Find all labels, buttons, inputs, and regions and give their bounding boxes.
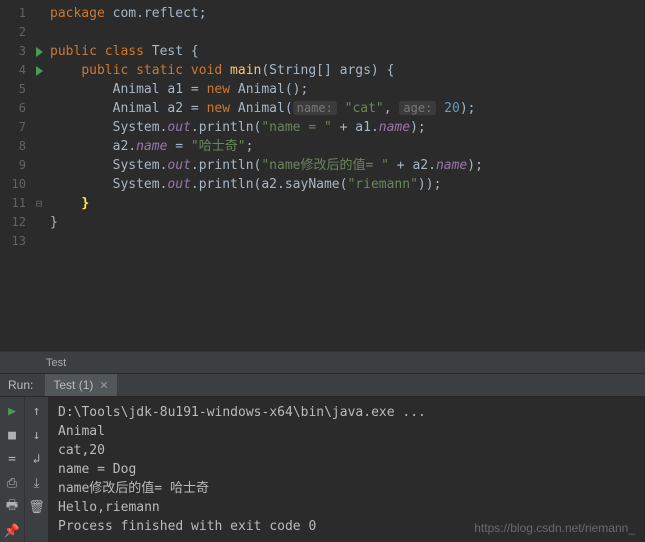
console-output[interactable]: D:\Tools\jdk-8u191-windows-x64\bin\java.… xyxy=(48,397,645,542)
run-marker-icon[interactable] xyxy=(32,42,46,61)
clear-icon[interactable]: 🗑 xyxy=(29,499,45,515)
wrap-icon[interactable]: ↲ xyxy=(29,451,45,467)
line-gutter: 1 2 3 4 5 6 7 8 9 10 11 12 13 xyxy=(0,0,32,351)
code-content[interactable]: package com.reflect; public class Test {… xyxy=(46,0,645,351)
watermark: https://blog.csdn.net/riemann_ xyxy=(474,519,635,538)
run-tab[interactable]: Test (1) ✕ xyxy=(45,374,116,396)
parameter-hint: age: xyxy=(399,101,436,115)
pin-icon[interactable]: 📌 xyxy=(4,523,20,539)
code-editor[interactable]: 1 2 3 4 5 6 7 8 9 10 11 12 13 ⊟ package … xyxy=(0,0,645,351)
run-header: Run: Test (1) ✕ xyxy=(0,373,645,397)
pause-icon[interactable]: = xyxy=(4,451,20,467)
dump-icon[interactable]: ⎙ xyxy=(4,475,20,491)
fold-icon[interactable]: ⊟ xyxy=(32,194,46,213)
gutter-markers: ⊟ xyxy=(32,0,46,351)
parameter-hint: name: xyxy=(293,101,337,115)
print-icon[interactable]: 🖶 xyxy=(4,499,20,515)
up-icon[interactable]: ↑ xyxy=(29,403,45,419)
run-label: Run: xyxy=(0,378,41,392)
down-icon[interactable]: ↓ xyxy=(29,427,45,443)
scroll-end-icon[interactable]: ⤓ xyxy=(29,475,45,491)
run-tab-label: Test (1) xyxy=(53,378,93,392)
run-toolbar-secondary: ↑ ↓ ↲ ⤓ 🗑 xyxy=(24,397,48,542)
run-panel: Run: Test (1) ✕ ▶ ■ = ⎙ 🖶 📌 ↑ ↓ ↲ ⤓ 🗑 D:… xyxy=(0,373,645,542)
run-toolbar-primary: ▶ ■ = ⎙ 🖶 📌 xyxy=(0,397,24,542)
rerun-icon[interactable]: ▶ xyxy=(4,403,20,419)
stop-icon[interactable]: ■ xyxy=(4,427,20,443)
run-marker-icon[interactable] xyxy=(32,61,46,80)
breadcrumb[interactable]: Test xyxy=(0,351,645,373)
close-icon[interactable]: ✕ xyxy=(99,379,108,392)
